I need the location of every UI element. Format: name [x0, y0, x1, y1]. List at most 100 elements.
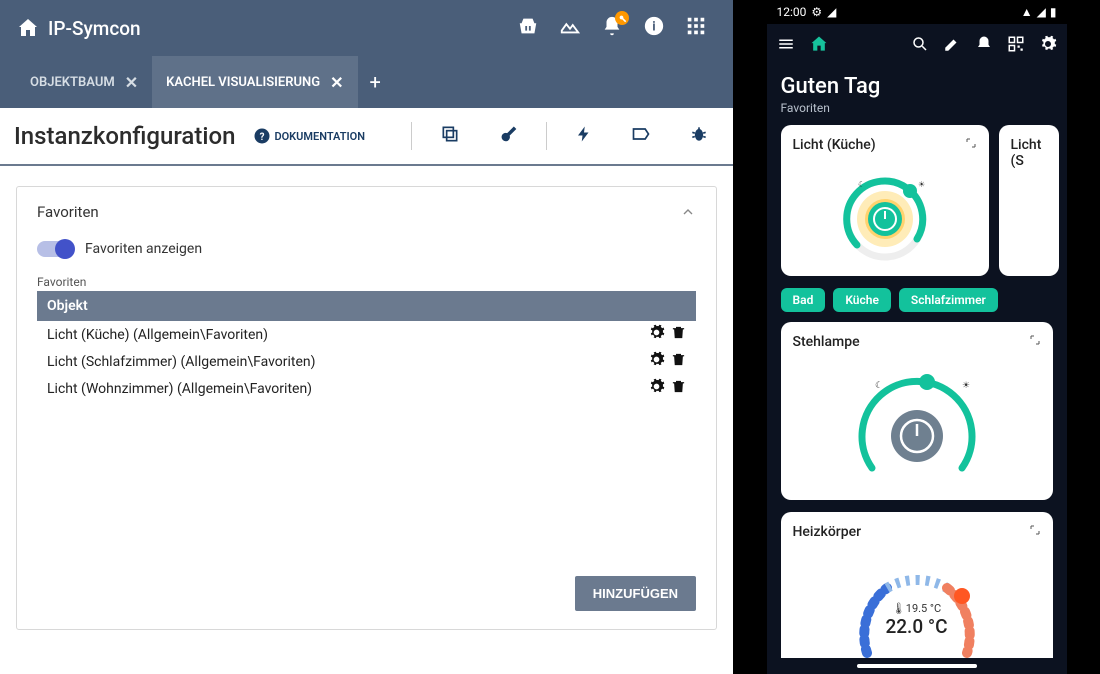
favoriten-toggle[interactable] — [37, 241, 73, 257]
search-icon[interactable] — [911, 35, 929, 57]
table-row[interactable]: Licht (Schlafzimmer) (Allgemein\Favorite… — [37, 348, 696, 375]
tab-objektbaum[interactable]: OBJEKTBAUM ✕ — [16, 56, 152, 108]
chip-kueche[interactable]: Küche — [833, 288, 891, 312]
thermometer-icon: 🌡 — [892, 602, 906, 615]
current-temp: 22.0 °C — [885, 615, 947, 638]
gear-icon[interactable] — [648, 378, 665, 399]
status-bar: 12:00 ⚙ ◢ ▲ ◢ ▮ — [767, 0, 1067, 24]
trash-icon[interactable] — [671, 378, 686, 399]
trash-icon[interactable] — [671, 324, 686, 345]
android-icon: ◢ — [827, 5, 836, 19]
card-stehlampe[interactable]: Stehlampe ☾ ☀ — [781, 322, 1053, 500]
content-area: Favoriten Favoriten anzeigen Favoriten O… — [0, 166, 733, 650]
page-title: Instanzkonfiguration — [14, 122, 235, 150]
panel-footer: HINZUFÜGEN — [37, 562, 696, 611]
info-icon[interactable]: i — [643, 15, 665, 41]
chevron-up-icon — [680, 204, 696, 220]
gear-icon[interactable] — [648, 324, 665, 345]
tab-kachel-visualisierung[interactable]: KACHEL VISUALISIERUNG ✕ — [152, 56, 357, 108]
brand-logo[interactable]: IP-Symcon — [16, 16, 141, 40]
grid-sublabel: Favoriten — [37, 275, 696, 289]
gear-icon[interactable] — [648, 351, 665, 372]
greeting-subtitle: Favoriten — [781, 101, 1053, 115]
svg-text:☀: ☀ — [962, 381, 970, 391]
panel-header[interactable]: Favoriten — [17, 187, 716, 231]
battery-icon: ▮ — [1050, 5, 1057, 19]
bell-icon[interactable] — [601, 15, 623, 41]
svg-text:☾: ☾ — [875, 381, 883, 391]
signal-icon: ◢ — [1037, 5, 1046, 19]
edit-icon[interactable] — [943, 35, 961, 57]
favoriten-panel: Favoriten Favoriten anzeigen Favoriten O… — [16, 186, 717, 630]
expand-icon[interactable] — [1029, 334, 1041, 346]
fav-card-licht-partial[interactable]: Licht (S — [999, 125, 1059, 276]
expand-icon[interactable] — [965, 137, 977, 149]
close-icon[interactable]: ✕ — [125, 73, 138, 92]
expand-icon[interactable] — [1029, 524, 1041, 536]
row-name: Licht (Wohnzimmer) (Allgemein\Favoriten) — [47, 381, 642, 397]
toggle-row: Favoriten anzeigen — [37, 231, 696, 275]
basket-icon[interactable] — [517, 15, 539, 41]
page-content: Instanzkonfiguration ? DOKUMENTATION Fav… — [0, 108, 733, 674]
apps-icon[interactable] — [685, 15, 707, 41]
svg-text:☀: ☀ — [918, 180, 925, 189]
light-dial[interactable]: ☾ ☀ — [827, 358, 1007, 488]
mobile-toolbar — [767, 24, 1067, 68]
mobile-scroll[interactable]: Licht (Küche) ☾ ☀ — [767, 117, 1067, 658]
toggle-label: Favoriten anzeigen — [85, 241, 202, 257]
light-dial[interactable]: ☾ ☀ — [820, 159, 950, 264]
panel-title: Favoriten — [37, 203, 99, 221]
tab-bar: OBJEKTBAUM ✕ KACHEL VISUALISIERUNG ✕ + — [0, 56, 733, 108]
chip-bad[interactable]: Bad — [781, 288, 826, 312]
wrench-badge-icon — [615, 11, 629, 25]
svg-text:i: i — [652, 20, 655, 35]
grid-column-header: Objekt — [37, 291, 696, 321]
qr-icon[interactable] — [1007, 35, 1025, 57]
copy-icon[interactable] — [430, 124, 470, 148]
panel-body: Favoriten anzeigen Favoriten Objekt Lich… — [17, 231, 716, 629]
svg-text:?: ? — [260, 132, 265, 143]
temp-readout: 🌡19.5 °C 22.0 °C — [885, 602, 947, 638]
card-title: Licht (S — [1011, 137, 1047, 169]
brand-text: IP-Symcon — [48, 17, 141, 40]
bug-icon[interactable] — [679, 124, 719, 148]
favorites-row: Licht (Küche) ☾ ☀ — [767, 117, 1067, 288]
room-chips: Bad Küche Schlafzimmer — [767, 288, 1067, 322]
wifi-icon: ▲ — [1021, 5, 1033, 19]
page-header: Instanzkonfiguration ? DOKUMENTATION — [0, 108, 733, 166]
home-icon[interactable] — [809, 34, 829, 58]
mobile-screen: 12:00 ⚙ ◢ ▲ ◢ ▮ Guten Tag Favoriten — [767, 0, 1067, 674]
add-button[interactable]: HINZUFÜGEN — [575, 576, 696, 611]
close-icon[interactable]: ✕ — [330, 73, 343, 92]
table-row[interactable]: Licht (Küche) (Allgemein\Favoriten) — [37, 321, 696, 348]
greeting-title: Guten Tag — [781, 74, 1053, 99]
nav-handle[interactable] — [857, 664, 977, 668]
mobile-preview: 12:00 ⚙ ◢ ▲ ◢ ▮ Guten Tag Favoriten — [733, 0, 1100, 674]
menu-icon[interactable] — [777, 35, 795, 57]
admin-panel: IP-Symcon i OBJEKTBAUM ✕ KACHEL VISUALIS… — [0, 0, 733, 674]
card-title: Heizkörper — [793, 524, 1041, 540]
fav-card-licht-kueche[interactable]: Licht (Küche) ☾ ☀ — [781, 125, 989, 276]
tab-add-button[interactable]: + — [358, 70, 393, 94]
wrench-icon[interactable] — [488, 124, 528, 148]
svg-text:☾: ☾ — [858, 180, 865, 189]
row-name: Licht (Küche) (Allgemein\Favoriten) — [47, 327, 642, 343]
thermo-dial[interactable]: 🌡19.5 °C 22.0 °C — [827, 548, 1007, 658]
status-time: 12:00 — [777, 5, 807, 19]
table-row[interactable]: Licht (Wohnzimmer) (Allgemein\Favoriten) — [37, 375, 696, 402]
card-title: Stehlampe — [793, 334, 1041, 350]
bolt-icon[interactable] — [565, 124, 603, 148]
tab-label: OBJEKTBAUM — [30, 75, 115, 90]
tab-label: KACHEL VISUALISIERUNG — [166, 75, 320, 90]
trash-icon[interactable] — [671, 351, 686, 372]
card-title: Licht (Küche) — [793, 137, 977, 153]
tag-icon[interactable] — [621, 124, 661, 148]
settings-icon[interactable] — [1039, 35, 1057, 57]
help-icon: ? — [253, 127, 271, 145]
documentation-link[interactable]: ? DOKUMENTATION — [253, 127, 365, 145]
greeting: Guten Tag Favoriten — [767, 68, 1067, 117]
card-heizkoerper[interactable]: Heizkörper 🌡19.5 °C 22.0 °C — [781, 512, 1053, 658]
activity-icon[interactable] — [559, 15, 581, 41]
bell-icon[interactable] — [975, 35, 993, 57]
chip-schlafzimmer[interactable]: Schlafzimmer — [899, 288, 998, 312]
